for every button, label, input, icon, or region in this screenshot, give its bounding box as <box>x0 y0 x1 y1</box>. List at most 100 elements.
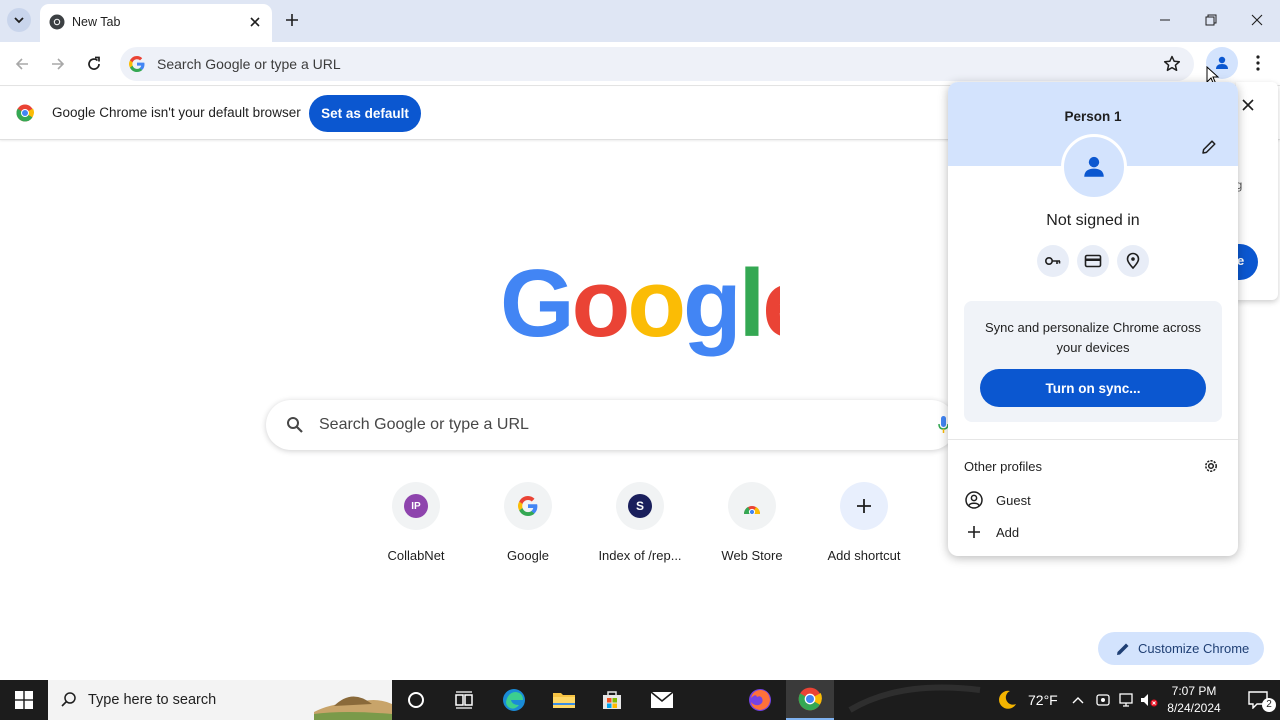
shortcut-label: Google <box>507 548 549 563</box>
shortcut-label: Web Store <box>721 548 783 563</box>
restore-icon <box>1205 14 1217 26</box>
cortana-circle-icon <box>408 692 424 708</box>
address-bar-placeholder: Search Google or type a URL <box>157 56 341 72</box>
taskbar-firefox[interactable] <box>736 680 784 720</box>
toolbar: Search Google or type a URL <box>0 42 1280 86</box>
taskbar-mail[interactable] <box>638 680 686 720</box>
search-highlight-image <box>314 684 392 720</box>
tab-strip: New Tab <box>0 0 1280 42</box>
location-pin-icon <box>1126 252 1140 270</box>
customize-chrome-button[interactable]: Customize Chrome <box>1098 632 1264 665</box>
shortcut-label: Index of /rep... <box>598 548 682 563</box>
profile-row-add[interactable]: Add <box>964 519 1222 545</box>
plus-icon <box>964 522 984 542</box>
bookmark-star-icon[interactable] <box>1162 54 1182 74</box>
plus-icon <box>857 499 871 513</box>
address-bar[interactable]: Search Google or type a URL <box>120 47 1194 81</box>
google-logo: Google <box>500 258 780 357</box>
windows-taskbar: Type here to search 72°F 7:07 PM 8/24/20… <box>0 680 1280 720</box>
weather-temperature: 72°F <box>1028 692 1058 708</box>
forward-button[interactable] <box>44 50 72 78</box>
tab-search-button[interactable] <box>7 8 31 32</box>
sync-promo-card: Sync and personalize Chrome across your … <box>964 301 1222 422</box>
gear-icon[interactable] <box>1203 458 1219 474</box>
show-hidden-icons-button[interactable] <box>1066 680 1090 720</box>
notification-center-button[interactable]: 2 <box>1236 680 1280 720</box>
weather-widget[interactable]: 72°F <box>996 680 1058 720</box>
pencil-icon <box>1117 643 1129 655</box>
profile-row-label: Add <box>996 524 1020 540</box>
panel-button-fragment[interactable]: e <box>1236 244 1258 280</box>
ntp-search-box[interactable]: Search Google or type a URL <box>266 400 956 450</box>
shortcut-index-of-rep[interactable]: S Index of /rep... <box>584 482 696 572</box>
google-g-icon <box>129 56 145 72</box>
voice-search-icon[interactable] <box>938 416 948 434</box>
restore-button[interactable] <box>1188 6 1234 34</box>
shortcut-tile: S <box>616 482 664 530</box>
edge-icon <box>503 689 525 711</box>
other-profiles-heading: Other profiles <box>964 459 1043 474</box>
search-icon <box>61 692 76 707</box>
taskbar-search-box[interactable]: Type here to search <box>48 680 392 720</box>
payment-methods-button[interactable] <box>1077 245 1109 277</box>
shortcut-tile: IP <box>392 482 440 530</box>
credit-card-icon <box>1084 254 1102 268</box>
more-vertical-icon <box>1256 55 1260 71</box>
shortcut-tile <box>840 482 888 530</box>
passwords-button[interactable] <box>1037 245 1069 277</box>
shortcut-collabnet[interactable]: IP CollabNet <box>360 482 472 572</box>
plus-icon <box>286 14 298 26</box>
web-store-icon <box>743 506 761 516</box>
taskbar-search-placeholder: Type here to search <box>88 692 217 708</box>
close-icon[interactable] <box>1242 98 1254 116</box>
windows-logo-icon <box>15 691 33 709</box>
guest-icon <box>964 490 984 510</box>
background-panel: ng e <box>1236 82 1278 300</box>
svg-text:Google: Google <box>500 258 780 357</box>
google-g-icon <box>518 496 538 516</box>
close-icon <box>1251 14 1263 26</box>
shortcut-tile <box>504 482 552 530</box>
taskbar-clock[interactable]: 7:07 PM 8/24/2024 <box>1156 683 1232 717</box>
task-view-button[interactable] <box>440 680 488 720</box>
back-button[interactable] <box>8 50 36 78</box>
taskbar-store[interactable] <box>588 680 636 720</box>
minimize-button[interactable] <box>1142 6 1188 34</box>
reload-button[interactable] <box>80 50 108 78</box>
shortcut-web-store[interactable]: Web Store <box>696 482 808 572</box>
cortana-button[interactable] <box>392 680 440 720</box>
taskbar-chrome[interactable] <box>786 680 834 720</box>
profile-row-label: Guest <box>996 492 1031 508</box>
tray-app-button[interactable] <box>1092 680 1114 720</box>
divider <box>948 439 1238 440</box>
person-icon <box>1084 156 1104 177</box>
pencil-icon[interactable] <box>1200 138 1218 156</box>
new-tab-button[interactable] <box>280 8 304 32</box>
taskbar-background-decoration <box>848 684 981 713</box>
network-button[interactable] <box>1116 680 1138 720</box>
collabnet-favicon-icon: IP <box>404 494 428 518</box>
tab-close-button[interactable] <box>244 11 266 33</box>
taskbar-edge[interactable] <box>490 680 538 720</box>
chevron-up-icon <box>1072 697 1084 704</box>
profile-row-guest[interactable]: Guest <box>964 487 1222 513</box>
search-icon <box>287 417 303 433</box>
shortcut-badge-text: S <box>635 499 644 513</box>
reload-icon <box>88 56 100 70</box>
turn-on-sync-button[interactable]: Turn on sync... <box>980 369 1206 407</box>
shortcut-google[interactable]: Google <box>472 482 584 572</box>
panel-button-label: e <box>1237 253 1245 268</box>
add-shortcut-button[interactable]: Add shortcut <box>808 482 920 572</box>
folder-icon <box>553 693 575 708</box>
clock-date: 8/24/2024 <box>1167 701 1221 715</box>
set-as-default-button[interactable]: Set as default <box>309 95 421 132</box>
index-favicon-icon: S <box>628 494 652 518</box>
chevron-down-icon <box>14 17 24 24</box>
taskbar-file-explorer[interactable] <box>540 680 588 720</box>
addresses-button[interactable] <box>1117 245 1149 277</box>
close-window-button[interactable] <box>1234 6 1280 34</box>
chrome-menu-button[interactable] <box>1246 49 1270 77</box>
start-button[interactable] <box>0 680 48 720</box>
network-icon <box>1119 693 1133 707</box>
tab-new-tab[interactable]: New Tab <box>40 4 272 42</box>
